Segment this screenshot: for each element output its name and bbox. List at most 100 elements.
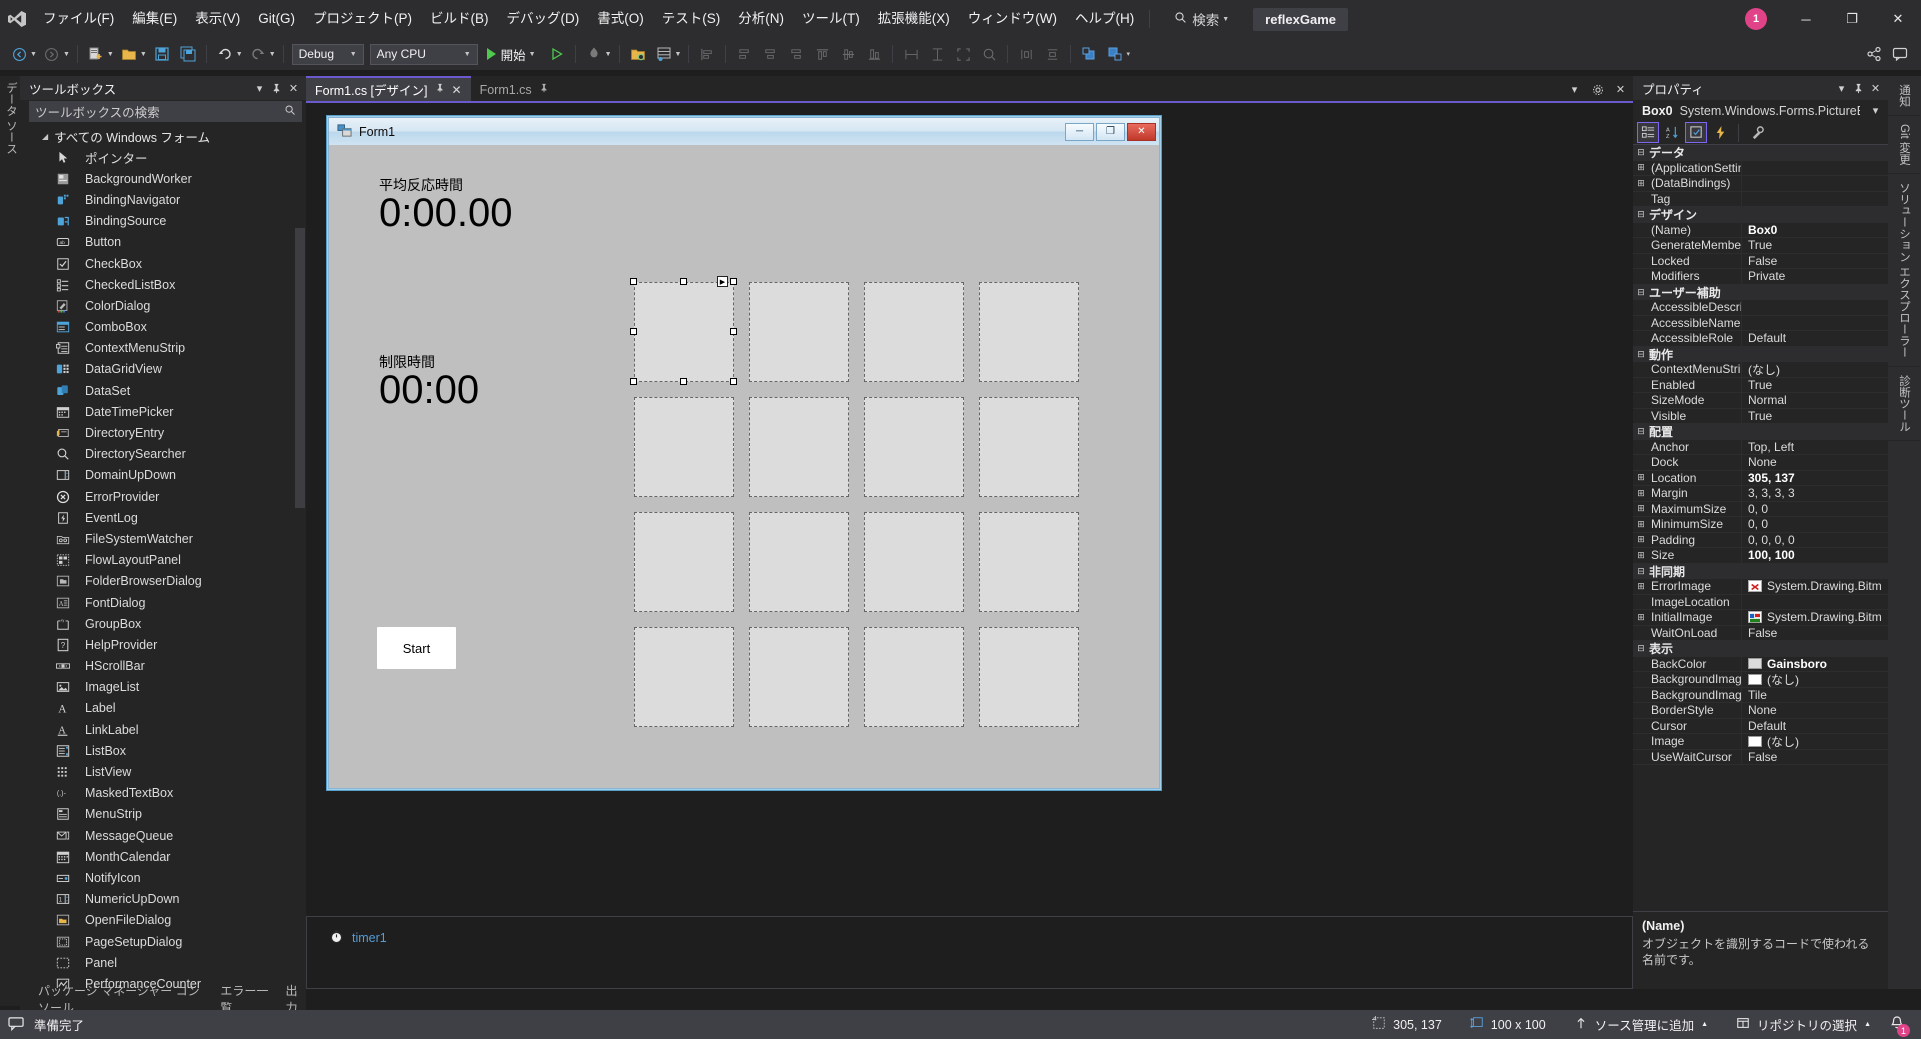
toolbox-item-contextmenustrip[interactable]: ContextMenuStrip <box>20 338 306 359</box>
new-project-icon[interactable] <box>84 42 108 66</box>
chevron-down-icon[interactable]: ▾ <box>251 80 268 97</box>
solution-explorer-icon[interactable] <box>626 42 650 66</box>
form-designer-window[interactable]: Form1 ─ ❐ ✕ 平均反応時間 0:00.00 制限時間 00:00 St… <box>327 116 1161 790</box>
property-value[interactable]: Box0 <box>1742 223 1888 238</box>
toolbox-item-directorysearcher[interactable]: DirectorySearcher <box>20 444 306 465</box>
picture-box-2[interactable] <box>864 282 964 382</box>
property-value[interactable]: Top, Left <box>1742 440 1888 455</box>
property-value[interactable]: Default <box>1742 331 1888 346</box>
property-value[interactable]: False <box>1742 254 1888 269</box>
picture-box-7[interactable] <box>979 397 1079 497</box>
toolbox-item-datagridview[interactable]: DataGridView <box>20 359 306 380</box>
toolbox-item-label[interactable]: A Label <box>20 698 306 719</box>
property-expand-icon[interactable]: ⊞ <box>1633 503 1649 514</box>
resize-handle-3[interactable] <box>630 328 637 335</box>
category-collapse-icon[interactable]: ⊟ <box>1633 147 1649 158</box>
picture-box-15[interactable] <box>979 627 1079 727</box>
menu-item-10[interactable]: ツール(T) <box>793 6 869 32</box>
chevron-down-icon[interactable]: ▼ <box>107 51 114 58</box>
category-collapse-icon[interactable]: ⊟ <box>1633 643 1649 654</box>
toolbox-item-backgroundworker[interactable]: BackgroundWorker <box>20 168 306 189</box>
left-tab-data-sources[interactable]: データ ソース <box>0 76 22 160</box>
picture-box-14[interactable] <box>864 627 964 727</box>
picture-box-11[interactable] <box>979 512 1079 612</box>
property-pages-icon[interactable] <box>1746 122 1768 143</box>
properties-category[interactable]: ⊟ デザイン <box>1633 207 1888 223</box>
property-value[interactable]: 305, 137 <box>1742 471 1888 486</box>
property-row[interactable]: ImageLocation <box>1633 594 1888 610</box>
property-row[interactable]: Cursor Default <box>1633 718 1888 734</box>
property-row[interactable]: ⊞ Margin 3, 3, 3, 3 <box>1633 486 1888 502</box>
smart-tag-icon[interactable]: ▶ <box>717 276 728 287</box>
picture-box-8[interactable] <box>634 512 734 612</box>
property-expand-icon[interactable]: ⊞ <box>1633 178 1649 189</box>
property-row[interactable]: Enabled True <box>1633 377 1888 393</box>
property-row[interactable]: ⊞ MinimumSize 0, 0 <box>1633 517 1888 533</box>
property-row[interactable]: AccessibleName <box>1633 315 1888 331</box>
property-row[interactable]: Locked False <box>1633 253 1888 269</box>
open-file-icon[interactable] <box>117 42 141 66</box>
close-icon[interactable]: ✕ <box>452 83 462 97</box>
property-row[interactable]: AccessibleRole Default <box>1633 331 1888 347</box>
property-value[interactable]: Private <box>1742 269 1888 284</box>
menu-item-0[interactable]: ファイル(F) <box>34 6 123 32</box>
property-value[interactable]: Default <box>1742 719 1888 734</box>
toolbox-item-listview[interactable]: ListView <box>20 761 306 782</box>
pin-icon[interactable] <box>1850 80 1867 97</box>
picture-box-4[interactable] <box>634 397 734 497</box>
undo-icon[interactable] <box>213 42 237 66</box>
properties-category[interactable]: ⊟ 配置 <box>1633 424 1888 440</box>
menu-item-4[interactable]: プロジェクト(P) <box>304 6 421 32</box>
property-row[interactable]: ⊞ InitialImage System.Drawing.Bitm <box>1633 610 1888 626</box>
property-value[interactable] <box>1742 316 1888 331</box>
picture-box-9[interactable] <box>749 512 849 612</box>
property-expand-icon[interactable]: ⊞ <box>1633 162 1649 173</box>
tab-form1-code[interactable]: Form1.cs <box>470 76 558 101</box>
toolbox-item-checkedlistbox[interactable]: CheckedListBox <box>20 274 306 295</box>
resize-handle-6[interactable] <box>680 378 687 385</box>
picture-box-10[interactable] <box>864 512 964 612</box>
resize-handle-4[interactable] <box>730 328 737 335</box>
resize-handle-2[interactable] <box>730 278 737 285</box>
status-repository[interactable]: リポジトリの選択 ▲ <box>1722 1010 1885 1039</box>
toolbox-item-numericupdown[interactable]: 1 NumericUpDown <box>20 889 306 910</box>
menu-item-2[interactable]: 表示(V) <box>186 6 249 32</box>
property-row[interactable]: ContextMenuStrip (なし) <box>1633 362 1888 378</box>
property-row[interactable]: ⊞ (DataBindings) <box>1633 176 1888 192</box>
category-collapse-icon[interactable]: ⊟ <box>1633 349 1649 360</box>
property-row[interactable]: Image (なし) <box>1633 734 1888 750</box>
toolbox-item-hscrollbar[interactable]: HScrollBar <box>20 656 306 677</box>
toolbox-item-panel[interactable]: Panel <box>20 952 306 973</box>
start-without-debug-icon[interactable] <box>545 42 569 66</box>
property-row[interactable]: AccessibleDescriptio <box>1633 300 1888 316</box>
property-value[interactable]: 3, 3, 3, 3 <box>1742 486 1888 501</box>
picture-box-0[interactable] <box>634 282 734 382</box>
property-value[interactable]: Gainsboro <box>1742 657 1888 672</box>
time-limit-value[interactable]: 00:00 <box>379 370 479 410</box>
property-value[interactable]: None <box>1742 703 1888 718</box>
resize-handle-7[interactable] <box>730 378 737 385</box>
configuration-combo[interactable]: Debug ▼ <box>291 43 364 65</box>
toolbox-search-input[interactable]: ツールボックスの検索 <box>29 101 302 122</box>
property-expand-icon[interactable]: ⊞ <box>1633 534 1649 545</box>
status-source-control[interactable]: ソース管理に追加 ▲ <box>1560 1010 1722 1039</box>
bring-to-front-icon[interactable] <box>1077 42 1101 66</box>
resize-handle-1[interactable] <box>680 278 687 285</box>
property-value[interactable]: None <box>1742 455 1888 470</box>
property-expand-icon[interactable]: ⊞ <box>1633 550 1649 561</box>
property-row[interactable]: ⊞ MaximumSize 0, 0 <box>1633 501 1888 517</box>
toolbox-item-filesystemwatcher[interactable]: FileSystemWatcher <box>20 528 306 549</box>
close-icon[interactable]: ✕ <box>1867 80 1884 97</box>
picture-box-6[interactable] <box>864 397 964 497</box>
properties-grid[interactable]: ⊟データ⊞(ApplicationSettings⊞(DataBindings)… <box>1633 145 1888 911</box>
category-collapse-icon[interactable]: ⊟ <box>1633 566 1649 577</box>
toolbox-item-linklabel[interactable]: A LinkLabel <box>20 719 306 740</box>
property-expand-icon[interactable]: ⊞ <box>1633 612 1649 623</box>
property-row[interactable]: Tag <box>1633 191 1888 207</box>
properties-category[interactable]: ⊟ データ <box>1633 145 1888 161</box>
send-to-back-icon[interactable] <box>1103 42 1127 66</box>
toolbox-item-domainupdown[interactable]: DomainUpDown <box>20 465 306 486</box>
picture-box-3[interactable] <box>979 282 1079 382</box>
chevron-down-icon[interactable]: ▼ <box>30 51 37 58</box>
toolbox-item-dataset[interactable]: DataSet <box>20 380 306 401</box>
